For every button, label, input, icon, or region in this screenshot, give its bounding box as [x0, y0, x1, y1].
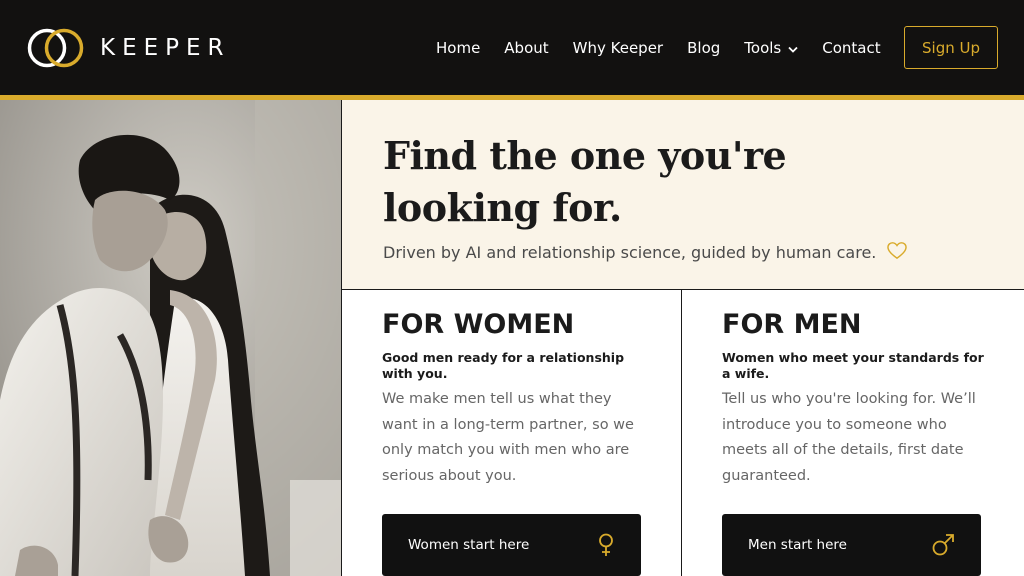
for-women-lead: Good men ready for a relationship with y…	[382, 350, 625, 381]
men-start-label: Men start here	[748, 537, 847, 553]
nav-contact-label: Contact	[822, 38, 881, 57]
male-symbol-icon	[931, 533, 955, 561]
female-symbol-icon	[597, 533, 615, 561]
heart-outline-icon	[886, 241, 908, 264]
brand-name: KEEPER	[100, 35, 231, 61]
hero-subtitle-text: Driven by AI and relationship science, g…	[383, 243, 877, 262]
nav-home-link[interactable]: Home	[436, 39, 480, 57]
for-women-body: We make men tell us what they want in a …	[382, 391, 634, 484]
logo-rings-icon	[27, 28, 84, 68]
top-navbar: KEEPER Home About Why Keeper Blog Tools …	[0, 0, 1024, 95]
nav-blog-link[interactable]: Blog	[687, 39, 720, 57]
nav-about-label: About	[504, 38, 549, 57]
nav-about-link[interactable]: About	[504, 39, 548, 57]
for-men-card: FOR MEN Women who meet your standards fo…	[682, 290, 1024, 576]
hero-title: Find the one you're looking for.	[383, 133, 787, 230]
for-women-card: FOR WOMEN Good men ready for a relations…	[341, 290, 682, 576]
hero-subtitle: Driven by AI and relationship science, g…	[383, 241, 908, 264]
nav-home-label: Home	[436, 38, 481, 57]
nav-tools-label: Tools	[744, 38, 782, 57]
hero-couple-photo	[0, 100, 341, 576]
nav-why-keeper-link[interactable]: Why Keeper	[573, 39, 663, 57]
for-men-lead: Women who meet your standards for a wife…	[722, 350, 984, 381]
nav-contact-link[interactable]: Contact	[822, 39, 880, 57]
for-men-body: Tell us who you're looking for. We’ll in…	[722, 391, 976, 484]
nav-why-keeper-label: Why Keeper	[572, 38, 664, 57]
women-start-label: Women start here	[408, 537, 530, 553]
hero-panel: Find the one you're looking for. Driven …	[341, 100, 1024, 290]
for-men-title: FOR MEN	[722, 309, 862, 340]
women-start-button[interactable]: Women start here	[382, 514, 641, 576]
for-women-title: FOR WOMEN	[382, 309, 575, 340]
men-start-button[interactable]: Men start here	[722, 514, 981, 576]
brand-logo[interactable]: KEEPER	[26, 27, 231, 69]
sign-up-button[interactable]: Sign Up	[904, 26, 998, 69]
chevron-down-icon	[788, 39, 798, 57]
nav-blog-label: Blog	[687, 38, 721, 57]
main-menu: Home About Why Keeper Blog Tools Contact	[436, 38, 905, 57]
nav-tools-dropdown[interactable]: Tools	[744, 38, 798, 57]
